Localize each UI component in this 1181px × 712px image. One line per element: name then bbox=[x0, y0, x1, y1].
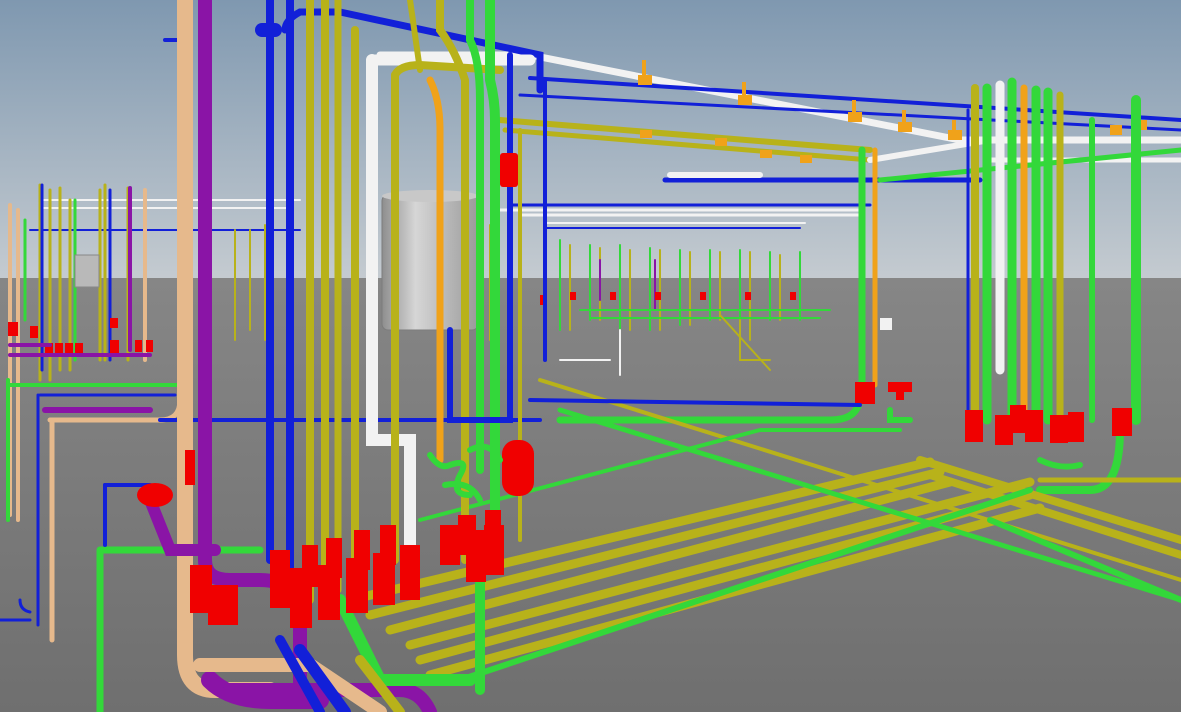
bim-3d-viewport[interactable] bbox=[0, 0, 1181, 712]
mep-piping-model[interactable] bbox=[0, 0, 1181, 712]
distant-tank bbox=[74, 254, 100, 288]
